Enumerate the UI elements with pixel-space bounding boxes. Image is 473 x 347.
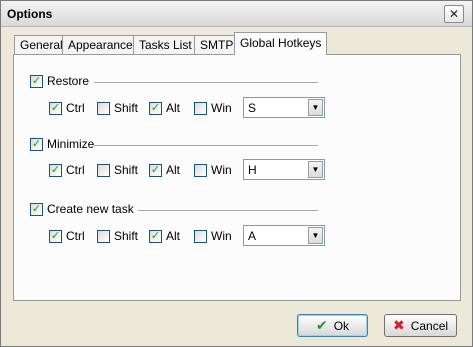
- create-new-task-label: Create new task: [47, 202, 134, 216]
- win-label: Win: [211, 229, 232, 243]
- ok-button[interactable]: ✔ Ok: [297, 314, 368, 337]
- check-icon: ✓: [49, 101, 62, 115]
- checkmark-icon: ✔: [315, 317, 328, 333]
- tab-smtp[interactable]: SMTP: [194, 35, 240, 54]
- ctrl-label: Ctrl: [66, 229, 85, 243]
- tab-tasks-list[interactable]: Tasks List: [133, 35, 198, 54]
- check-icon: ✓: [149, 229, 162, 243]
- alt-label: Alt: [166, 101, 181, 115]
- shift-label: Shift: [114, 229, 139, 243]
- alt-label: Alt: [166, 163, 181, 177]
- ctrl-label: Ctrl: [66, 163, 85, 177]
- shift-label: Shift: [114, 163, 139, 177]
- check-icon: ✓: [149, 101, 162, 115]
- minimize-win-checkbox[interactable]: Win: [194, 162, 232, 178]
- group-divider: [94, 82, 318, 84]
- create-new-task-checkbox[interactable]: ✓ Create new task: [30, 201, 134, 217]
- close-icon: ✕: [448, 7, 460, 21]
- close-button[interactable]: ✕: [444, 5, 464, 23]
- restore-shift-checkbox[interactable]: Shift: [97, 100, 138, 116]
- create-task-shift-checkbox[interactable]: Shift: [97, 228, 138, 244]
- check-icon: ✓: [49, 229, 62, 243]
- restore-label: Restore: [47, 74, 90, 88]
- win-label: Win: [211, 101, 232, 115]
- restore-key-select[interactable]: S ▼: [243, 97, 325, 118]
- win-label: Win: [211, 163, 232, 177]
- title-bar[interactable]: Options ✕: [1, 1, 472, 27]
- create-task-key-value: A: [248, 229, 257, 243]
- minimize-key-value: H: [248, 163, 257, 177]
- chevron-down-icon[interactable]: ▼: [308, 99, 323, 116]
- tab-appearance[interactable]: Appearance: [62, 35, 139, 54]
- restore-key-value: S: [248, 101, 257, 115]
- group-divider: [138, 210, 318, 212]
- create-task-ctrl-checkbox[interactable]: ✓ Ctrl: [49, 228, 85, 244]
- cancel-button[interactable]: ✖ Cancel: [384, 314, 457, 337]
- cancel-x-icon: ✖: [392, 317, 405, 333]
- ok-label: Ok: [333, 318, 350, 333]
- restore-checkbox[interactable]: ✓ Restore: [30, 73, 89, 89]
- check-icon: ✓: [49, 163, 62, 177]
- minimize-ctrl-checkbox[interactable]: ✓ Ctrl: [49, 162, 85, 178]
- options-dialog: Options ✕ General Appearance Tasks List …: [0, 0, 473, 347]
- minimize-checkbox[interactable]: ✓ Minimize: [30, 136, 94, 152]
- minimize-shift-checkbox[interactable]: Shift: [97, 162, 138, 178]
- chevron-down-icon[interactable]: ▼: [308, 161, 323, 178]
- restore-ctrl-checkbox[interactable]: ✓ Ctrl: [49, 100, 85, 116]
- check-icon: ✓: [149, 163, 162, 177]
- shift-label: Shift: [114, 101, 139, 115]
- check-icon: ✓: [30, 74, 43, 88]
- minimize-key-select[interactable]: H ▼: [243, 159, 325, 180]
- minimize-alt-checkbox[interactable]: ✓ Alt: [149, 162, 180, 178]
- create-task-key-select[interactable]: A ▼: [243, 225, 325, 246]
- restore-alt-checkbox[interactable]: ✓ Alt: [149, 100, 180, 116]
- create-task-win-checkbox[interactable]: Win: [194, 228, 232, 244]
- chevron-down-icon[interactable]: ▼: [308, 227, 323, 244]
- minimize-label: Minimize: [47, 137, 95, 151]
- cancel-label: Cancel: [410, 318, 449, 333]
- alt-label: Alt: [166, 229, 181, 243]
- global-hotkeys-panel: ✓ Restore ✓ Ctrl Shift ✓ Alt Win S ▼ ✓ M…: [13, 54, 461, 301]
- check-icon: ✓: [30, 137, 43, 151]
- tab-general[interactable]: General: [14, 35, 69, 54]
- create-task-alt-checkbox[interactable]: ✓ Alt: [149, 228, 180, 244]
- restore-win-checkbox[interactable]: Win: [194, 100, 232, 116]
- tab-global-hotkeys[interactable]: Global Hotkeys: [234, 32, 328, 55]
- check-icon: ✓: [30, 202, 43, 216]
- ctrl-label: Ctrl: [66, 101, 85, 115]
- window-title: Options: [7, 7, 53, 21]
- group-divider: [94, 145, 318, 147]
